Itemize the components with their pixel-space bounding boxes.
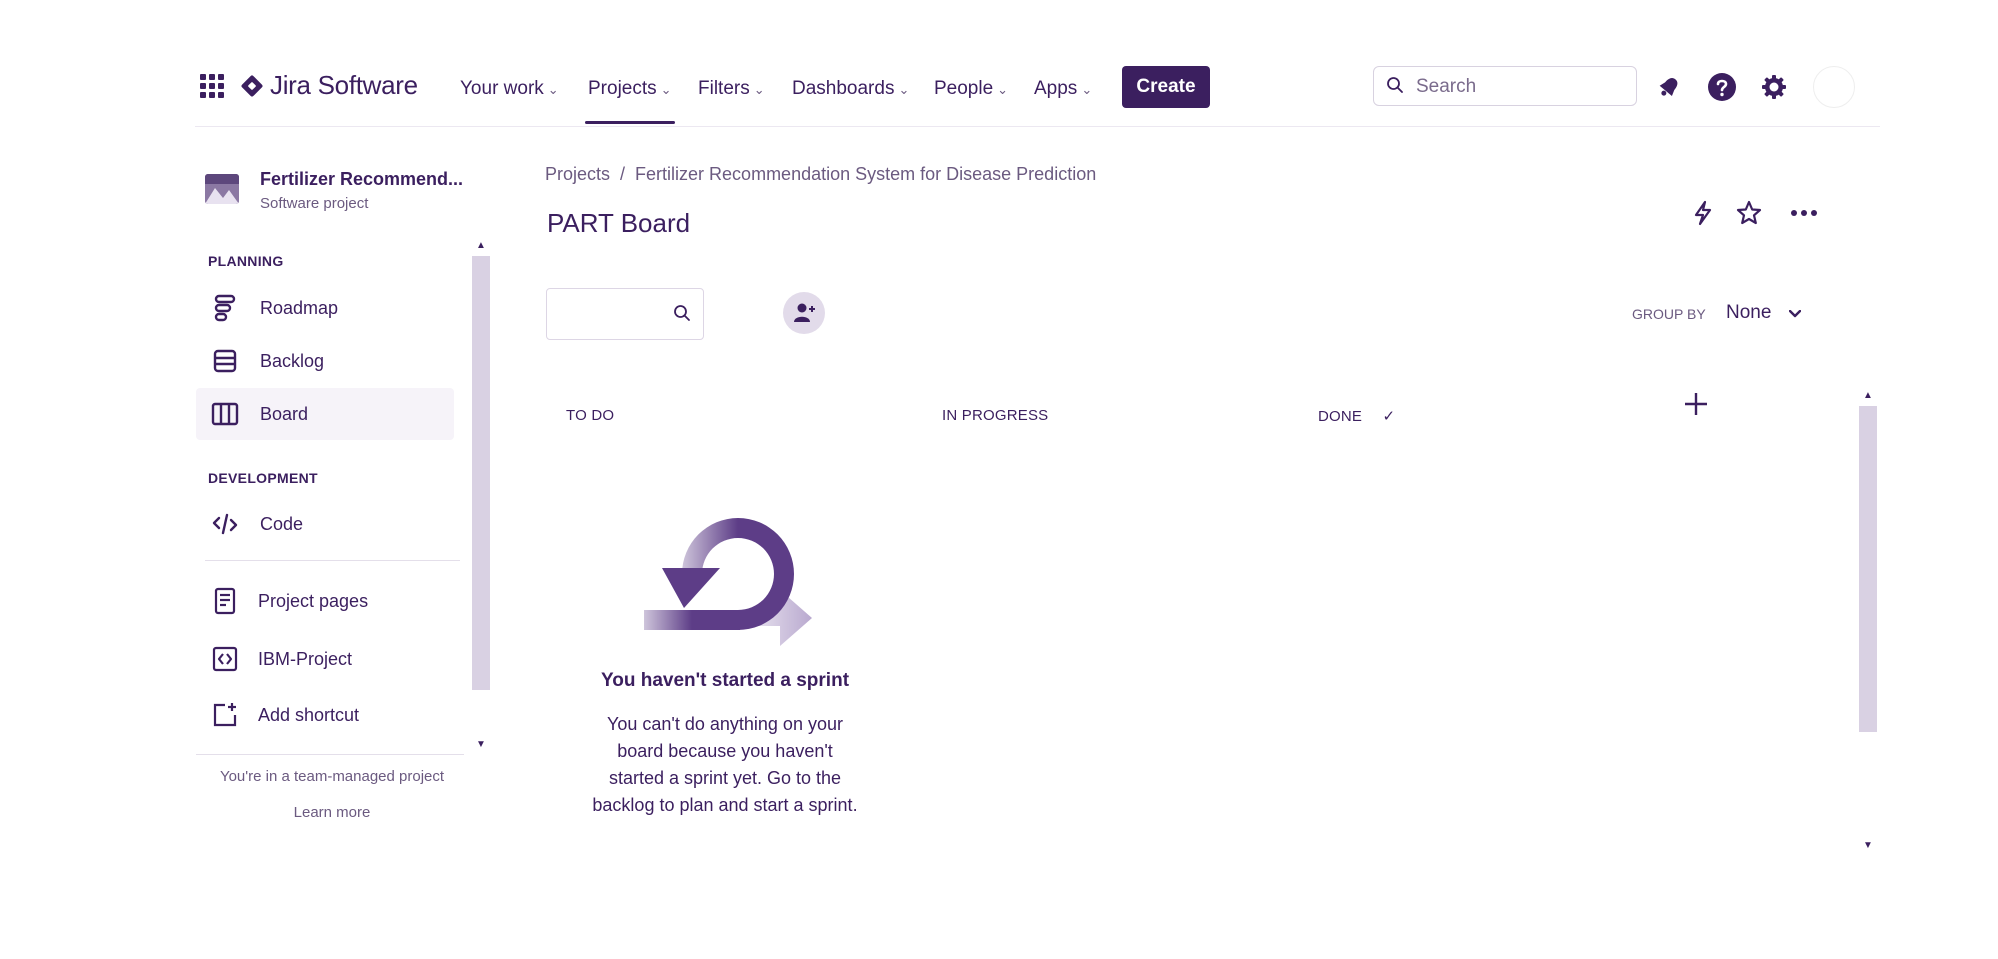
avatar[interactable] [1813, 66, 1855, 108]
nav-dashboards[interactable]: Dashboards ⌄ [792, 78, 909, 100]
board-search-input[interactable] [546, 288, 704, 340]
team-managed-text: You're in a team-managed project [219, 768, 445, 785]
nav-label: Projects [588, 78, 657, 99]
sidebar-item-label: Add shortcut [258, 704, 360, 725]
group-by-label: GROUP BY [1632, 306, 1706, 322]
add-shortcut-icon [210, 700, 240, 730]
sidebar-item-project-pages[interactable]: Project pages [196, 575, 454, 627]
sidebar-item-backlog[interactable]: Backlog [196, 335, 454, 387]
column-label: DONE [1318, 408, 1363, 425]
sidebar-item-label: Project pages [258, 590, 369, 611]
create-button[interactable]: Create [1122, 66, 1210, 108]
nav-active-indicator [585, 121, 675, 124]
project-type: Software project [260, 195, 369, 212]
brand-name[interactable]: Jira Software [270, 70, 418, 101]
nav-projects[interactable]: Projects ⌄ [588, 78, 672, 100]
breadcrumb: Projects / Fertilizer Recommendation Syste… [545, 164, 1096, 185]
development-heading: DEVELOPMENT [208, 470, 318, 486]
sidebar-item-code[interactable]: Code [196, 498, 454, 550]
search-icon [673, 304, 691, 327]
sidebar-scrollbar[interactable] [472, 256, 490, 690]
planning-heading: PLANNING [208, 253, 284, 269]
chevron-down-icon: ⌄ [753, 82, 765, 97]
automation-icon[interactable] [1687, 197, 1719, 229]
chevron-down-icon: ⌄ [898, 82, 910, 97]
project-name[interactable]: Fertilizer Recommend... [260, 169, 463, 190]
sidebar-item-label: Backlog [260, 350, 325, 371]
scroll-down-arrow[interactable]: ▼ [476, 739, 486, 750]
add-person-icon [794, 303, 815, 322]
sidebar-item-board[interactable]: Board [196, 388, 454, 440]
chevron-down-icon: ⌄ [660, 82, 672, 97]
sidebar-item-label: IBM-Project [258, 648, 353, 669]
nav-label: Dashboards [792, 78, 895, 99]
check-icon: ✓ [1382, 408, 1396, 425]
global-search[interactable] [1373, 66, 1637, 106]
sidebar-item-label: Board [260, 403, 309, 424]
chevron-down-icon [1788, 302, 1801, 324]
scroll-up-arrow[interactable]: ▲ [1863, 390, 1873, 401]
pages-icon [210, 586, 240, 616]
project-avatar [205, 174, 239, 204]
breadcrumb-project[interactable]: Fertilizer Recommendation System for Dis… [635, 164, 1096, 184]
scroll-up-arrow[interactable]: ▲ [476, 240, 486, 251]
nav-filters[interactable]: Filters ⌄ [698, 78, 765, 100]
search-icon [1386, 76, 1404, 99]
sprint-illustration [644, 518, 812, 646]
sidebar-footer-divider [196, 754, 464, 755]
settings-icon[interactable] [1759, 72, 1789, 102]
help-icon[interactable] [1707, 72, 1737, 102]
app-switcher-icon[interactable] [200, 74, 224, 98]
backlog-icon [210, 346, 240, 376]
column-header-todo: TO DO [566, 407, 615, 424]
group-by-dropdown[interactable]: None [1726, 302, 1801, 324]
chevron-down-icon: ⌄ [1081, 82, 1093, 97]
empty-state-title: You haven't started a sprint [600, 670, 850, 691]
column-header-done: DONE ✓ [1318, 407, 1395, 425]
nav-people[interactable]: People ⌄ [934, 78, 1008, 100]
code-icon [210, 509, 240, 539]
add-people-button[interactable] [783, 292, 825, 334]
chevron-down-icon: ⌄ [997, 82, 1009, 97]
roadmap-icon [210, 293, 240, 323]
column-header-in-progress: IN PROGRESS [942, 407, 1049, 424]
search-input[interactable] [1414, 73, 1628, 101]
nav-label: Apps [1034, 78, 1078, 99]
more-options-icon[interactable] [1788, 197, 1820, 229]
sidebar-item-roadmap[interactable]: Roadmap [196, 282, 454, 334]
board-scrollbar[interactable] [1859, 406, 1877, 732]
link-icon [210, 644, 240, 674]
sidebar-item-label: Roadmap [260, 297, 339, 318]
board-icon [210, 399, 240, 429]
nav-label: Your work [460, 78, 544, 99]
learn-more-link[interactable]: Learn more [196, 804, 468, 821]
nav-label: People [934, 78, 994, 99]
group-by-value: None [1726, 302, 1772, 323]
add-column-button[interactable] [1680, 388, 1712, 420]
chevron-down-icon: ⌄ [547, 82, 559, 97]
plus-icon [1685, 393, 1707, 415]
star-icon[interactable] [1733, 197, 1765, 229]
sidebar-item-add-shortcut[interactable]: Add shortcut [196, 689, 454, 741]
sidebar-divider [205, 560, 460, 561]
empty-state-body: You can't do anything on your board beca… [592, 714, 858, 815]
breadcrumb-projects[interactable]: Projects [545, 164, 610, 184]
nav-label: Filters [698, 78, 750, 99]
scroll-down-arrow[interactable]: ▼ [1863, 840, 1873, 851]
nav-apps[interactable]: Apps ⌄ [1034, 78, 1092, 100]
breadcrumb-separator: / [620, 164, 626, 184]
notifications-icon[interactable] [1654, 72, 1684, 102]
nav-your-work[interactable]: Your work ⌄ [460, 78, 559, 100]
sidebar-item-label: Code [260, 513, 304, 534]
sidebar-item-ibm-project[interactable]: IBM-Project [196, 633, 454, 685]
page-title: PART Board [547, 208, 691, 238]
